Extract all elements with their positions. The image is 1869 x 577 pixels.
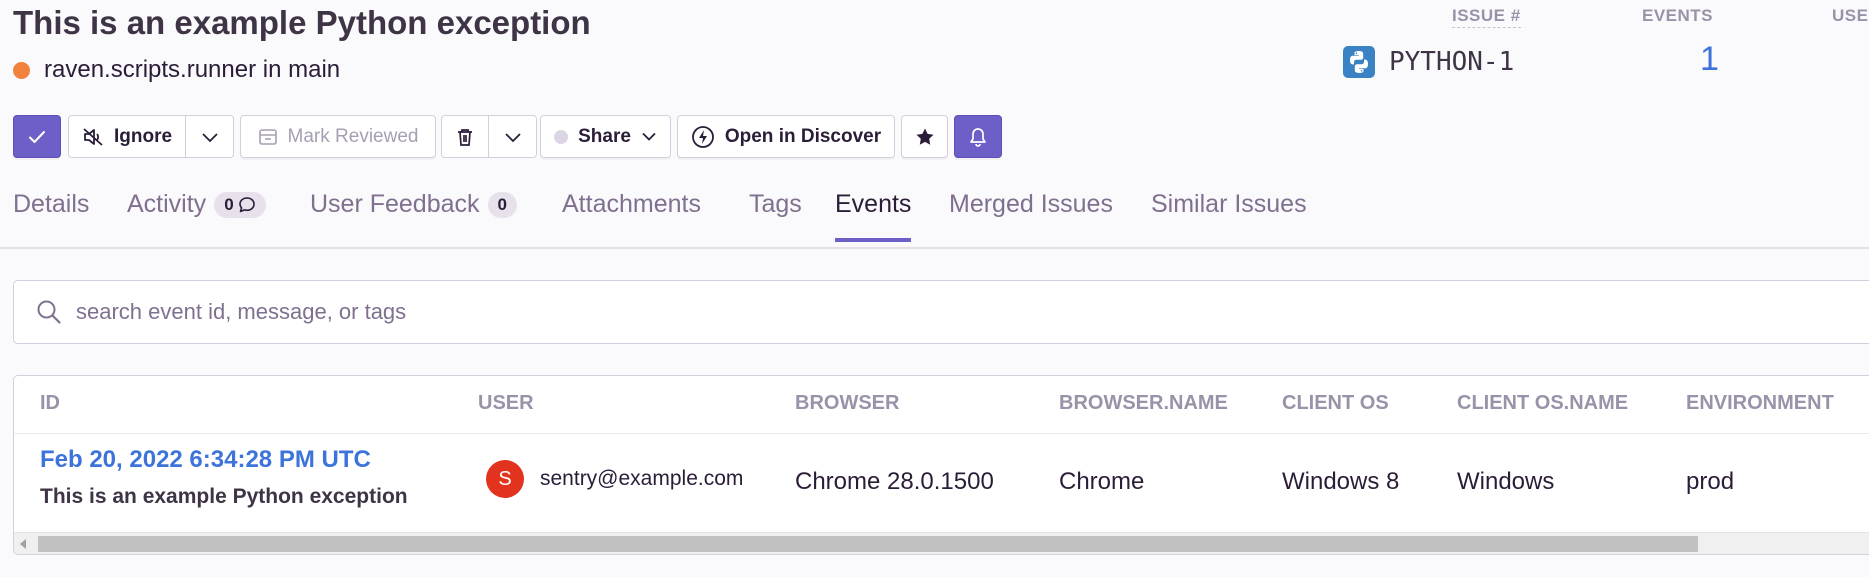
column-header-environment[interactable]: ENVIRONMENT — [1686, 392, 1834, 415]
tab-attachments[interactable]: Attachments — [562, 190, 701, 241]
inbox-icon — [258, 128, 277, 145]
issue-culprit: raven.scripts.runner in main — [13, 56, 340, 84]
python-icon — [1343, 46, 1375, 78]
event-user: S sentry@example.com — [486, 460, 743, 498]
events-table: ID USER BROWSER BROWSER.NAME CLIENT OS C… — [13, 375, 1869, 555]
tab-label: Attachments — [562, 190, 701, 218]
comment-icon — [238, 196, 255, 212]
tab-label: Details — [13, 190, 90, 218]
trash-icon — [458, 128, 472, 146]
share-status-icon — [554, 129, 569, 144]
tab-label: Activity — [127, 190, 207, 218]
tab-label: User Feedback — [310, 190, 480, 218]
tab-details[interactable]: Details — [13, 190, 89, 241]
culprit-text: raven.scripts.runner in main — [44, 56, 341, 83]
column-header-browser-name[interactable]: BROWSER.NAME — [1059, 392, 1228, 415]
ignore-label: Ignore — [113, 125, 173, 147]
issue-number-stat: ISSUE # — [1452, 6, 1521, 28]
bell-icon — [970, 127, 986, 147]
ignore-dropdown-toggle[interactable] — [186, 115, 234, 158]
bookmark-button[interactable] — [901, 115, 948, 158]
delete-button[interactable] — [441, 115, 489, 158]
tab-similar-issues[interactable]: Similar Issues — [1151, 190, 1307, 241]
mark-reviewed-label: Mark Reviewed — [287, 125, 419, 147]
cell-browser: Chrome 28.0.1500 — [795, 468, 994, 495]
horizontal-scrollbar[interactable] — [14, 532, 1869, 554]
avatar: S — [486, 460, 524, 498]
issue-title: This is an example Python exception — [13, 4, 591, 41]
user-feedback-count-badge: 0 — [487, 191, 517, 218]
mute-icon — [83, 127, 103, 146]
star-icon — [916, 128, 933, 145]
chevron-down-icon — [201, 132, 218, 142]
delete-dropdown-toggle[interactable] — [489, 115, 537, 158]
scrollbar-thumb[interactable] — [38, 536, 1698, 552]
column-header-client-os[interactable]: CLIENT OS — [1282, 392, 1389, 415]
open-in-discover-button[interactable]: Open in Discover — [677, 115, 895, 158]
tab-events[interactable]: Events — [835, 190, 912, 242]
cell-client-os-name: Windows — [1457, 468, 1555, 495]
ignore-button[interactable]: Ignore — [68, 115, 186, 158]
event-title: This is an example Python exception — [40, 485, 408, 508]
tab-label: Merged Issues — [949, 190, 1113, 218]
cell-environment: prod — [1686, 468, 1735, 495]
delete-button-group — [441, 115, 537, 158]
events-stat: EVENTS — [1642, 6, 1713, 26]
share-label: Share — [578, 125, 631, 147]
activity-count-badge: 0 — [214, 191, 266, 218]
discover-icon — [691, 125, 714, 148]
events-count[interactable]: 1 — [1700, 40, 1719, 79]
subscribe-button[interactable] — [954, 115, 1002, 158]
tab-user-feedback[interactable]: User Feedback 0 — [310, 190, 517, 241]
chevron-down-icon — [642, 132, 656, 141]
badge-count: 0 — [224, 194, 234, 214]
users-label: USE — [1832, 6, 1869, 25]
event-timestamp-link[interactable]: Feb 20, 2022 6:34:28 PM UTC — [40, 446, 371, 474]
check-icon — [29, 130, 45, 143]
issue-tabs: Details Activity 0 User Feedback 0 Attac… — [0, 176, 1869, 249]
tab-label: Events — [835, 190, 912, 218]
user-email: sentry@example.com — [540, 467, 744, 490]
issue-id[interactable]: PYTHON-1 — [1343, 46, 1514, 78]
column-header-user[interactable]: USER — [478, 392, 534, 415]
column-header-id[interactable]: ID — [40, 392, 60, 415]
tab-label: Tags — [749, 190, 802, 218]
cell-browser-name: Chrome — [1059, 468, 1145, 495]
share-button[interactable]: Share — [540, 115, 671, 158]
issue-number-label: ISSUE # — [1452, 6, 1521, 28]
open-in-discover-label: Open in Discover — [724, 125, 882, 147]
ignore-button-group: Ignore — [68, 115, 234, 158]
scroll-left-arrow-icon[interactable] — [20, 539, 26, 549]
issue-short-id: PYTHON-1 — [1389, 47, 1515, 77]
resolve-button[interactable] — [13, 115, 61, 158]
event-search-bar — [13, 280, 1869, 344]
chevron-down-icon — [504, 132, 521, 142]
tab-tags[interactable]: Tags — [749, 190, 802, 241]
column-header-client-os-name[interactable]: CLIENT OS.NAME — [1457, 392, 1628, 415]
tab-merged-issues[interactable]: Merged Issues — [949, 190, 1113, 241]
level-indicator — [13, 61, 30, 79]
column-header-browser[interactable]: BROWSER — [795, 392, 899, 415]
table-header: ID USER BROWSER BROWSER.NAME CLIENT OS C… — [14, 376, 1869, 434]
tab-activity[interactable]: Activity 0 — [127, 190, 266, 241]
users-stat: USE — [1832, 6, 1868, 26]
search-input[interactable] — [76, 299, 1576, 325]
cell-client-os: Windows 8 — [1282, 468, 1400, 495]
events-label: EVENTS — [1642, 6, 1714, 25]
tab-label: Similar Issues — [1151, 190, 1307, 218]
search-icon — [37, 300, 61, 324]
mark-reviewed-button[interactable]: Mark Reviewed — [240, 115, 436, 158]
